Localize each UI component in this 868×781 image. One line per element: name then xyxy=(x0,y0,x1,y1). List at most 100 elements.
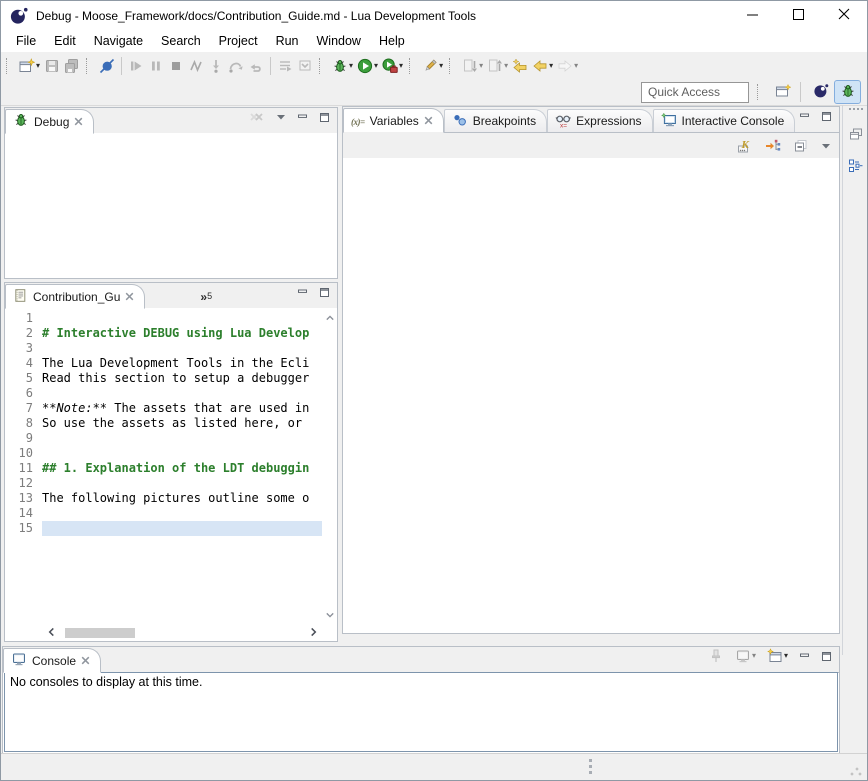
disconnect-button[interactable] xyxy=(186,55,206,77)
open-task-button[interactable]: ▾ xyxy=(420,55,445,77)
remove-all-terminated-button[interactable] xyxy=(247,106,267,128)
dropdown-arrow-icon[interactable]: ▾ xyxy=(349,62,353,70)
code-line[interactable] xyxy=(42,446,322,461)
close-icon[interactable] xyxy=(125,290,134,304)
chevron-down-icon[interactable] xyxy=(325,608,335,622)
window-minimize-button[interactable] xyxy=(729,1,775,30)
tab-breakpoints[interactable]: Breakpoints xyxy=(444,109,547,132)
menu-search[interactable]: Search xyxy=(152,31,210,51)
menu-project[interactable]: Project xyxy=(210,31,267,51)
lua-perspective-button[interactable] xyxy=(808,81,833,103)
code-line[interactable]: Read this section to setup a debugger xyxy=(42,371,322,386)
drop-to-frame-button[interactable] xyxy=(295,55,315,77)
dropdown-arrow-icon[interactable]: ▾ xyxy=(549,62,553,70)
terminate-button[interactable] xyxy=(166,55,186,77)
dropdown-arrow-icon[interactable]: ▾ xyxy=(504,62,508,70)
view-menu-button[interactable] xyxy=(274,106,288,128)
window-resize-grip[interactable] xyxy=(849,763,863,777)
tab-expressions[interactable]: x=Expressions xyxy=(547,109,652,132)
step-return-button[interactable] xyxy=(246,55,266,77)
open-console-button[interactable]: ▾ xyxy=(765,645,790,667)
chevron-up-icon[interactable] xyxy=(325,311,335,325)
collapse-all-button[interactable] xyxy=(791,135,811,157)
view-menu-button[interactable] xyxy=(819,135,833,157)
status-drag-handle[interactable] xyxy=(589,759,595,774)
restore-minimized-view-button[interactable] xyxy=(846,123,866,145)
debug-button[interactable]: ▾ xyxy=(330,55,355,77)
previous-annotation-button[interactable]: ▾ xyxy=(485,55,510,77)
resume-button[interactable] xyxy=(126,55,146,77)
scrollbar-thumb[interactable] xyxy=(65,628,135,638)
window-close-button[interactable] xyxy=(821,1,867,30)
new-button[interactable]: ▾ xyxy=(17,55,42,77)
next-annotation-button[interactable]: ▾ xyxy=(460,55,485,77)
code-line[interactable] xyxy=(42,386,322,401)
run-button[interactable]: ▾ xyxy=(355,55,380,77)
dropdown-arrow-icon[interactable]: ▾ xyxy=(374,62,378,70)
save-button[interactable] xyxy=(42,55,62,77)
tab-console[interactable]: Console xyxy=(3,648,101,673)
tab-interactive-console[interactable]: Interactive Console xyxy=(653,109,796,132)
chevron-right-icon[interactable] xyxy=(309,626,318,640)
dropdown-arrow-icon[interactable]: ▾ xyxy=(439,62,443,70)
save-all-button[interactable] xyxy=(62,55,82,77)
code-line[interactable]: **Note:** The assets that are used in xyxy=(42,401,322,416)
step-into-button[interactable] xyxy=(206,55,226,77)
code-line[interactable] xyxy=(42,341,322,356)
debug-tree-area[interactable] xyxy=(5,133,337,278)
maximize-view-button[interactable] xyxy=(317,281,332,303)
code-line[interactable]: ## 1. Explanation of the LDT debuggin xyxy=(42,461,322,476)
back-button[interactable]: ▾ xyxy=(530,55,555,77)
code-line[interactable] xyxy=(42,476,322,491)
editor-lines[interactable]: 12# Interactive DEBUG using Lua Develop3… xyxy=(5,308,322,625)
code-line[interactable]: So use the assets as listed here, or xyxy=(42,416,322,431)
tab-variables[interactable]: (x)=Variables xyxy=(343,108,444,133)
pin-console-button[interactable] xyxy=(706,645,726,667)
minimize-view-button[interactable] xyxy=(295,281,310,303)
code-line[interactable] xyxy=(42,431,322,446)
variables-tree-area[interactable] xyxy=(343,158,839,633)
maximize-view-button[interactable] xyxy=(819,645,834,667)
last-edit-location-button[interactable] xyxy=(510,55,530,77)
use-step-filters-button[interactable] xyxy=(275,55,295,77)
skip-all-breakpoints-button[interactable] xyxy=(97,55,117,77)
code-line[interactable] xyxy=(42,311,322,326)
dropdown-arrow-icon[interactable]: ▾ xyxy=(784,652,788,660)
show-type-names-button[interactable]: K xyxy=(735,135,755,157)
code-line[interactable]: The following pictures outline some o xyxy=(42,491,322,506)
dropdown-arrow-icon[interactable]: ▾ xyxy=(574,62,578,70)
close-icon[interactable] xyxy=(81,654,90,668)
minimize-view-button[interactable] xyxy=(797,645,812,667)
maximize-view-button[interactable] xyxy=(819,105,834,127)
menu-help[interactable]: Help xyxy=(370,31,414,51)
more-editors-chevron[interactable]: »5 xyxy=(200,292,212,308)
code-line[interactable]: The Lua Development Tools in the Ecli xyxy=(42,356,322,371)
code-line[interactable] xyxy=(42,506,322,521)
show-logical-structures-button[interactable] xyxy=(763,135,783,157)
minimize-view-button[interactable] xyxy=(797,105,812,127)
chevron-left-icon[interactable] xyxy=(47,626,56,640)
menu-navigate[interactable]: Navigate xyxy=(85,31,152,51)
close-icon[interactable] xyxy=(424,114,433,128)
forward-button[interactable]: ▾ xyxy=(555,55,580,77)
console-output[interactable]: No consoles to display at this time. xyxy=(4,672,838,752)
tab-contribution-guide[interactable]: Contribution_Gu xyxy=(5,284,145,309)
suspend-button[interactable] xyxy=(146,55,166,77)
menu-run[interactable]: Run xyxy=(267,31,308,51)
menu-edit[interactable]: Edit xyxy=(45,31,85,51)
dropdown-arrow-icon[interactable]: ▾ xyxy=(36,62,40,70)
close-icon[interactable] xyxy=(74,115,83,129)
run-external-tools-button[interactable]: ▾ xyxy=(380,55,405,77)
menu-file[interactable]: File xyxy=(7,31,45,51)
code-line[interactable] xyxy=(42,521,322,536)
display-selected-console-button[interactable]: ▾ xyxy=(733,645,758,667)
menu-window[interactable]: Window xyxy=(308,31,370,51)
editor-vertical-scrollbar[interactable] xyxy=(322,308,337,625)
window-maximize-button[interactable] xyxy=(775,1,821,30)
quick-access-input[interactable]: Quick Access xyxy=(641,82,749,103)
trim-drag-handle[interactable] xyxy=(849,108,863,113)
step-over-button[interactable] xyxy=(226,55,246,77)
maximize-view-button[interactable] xyxy=(317,106,332,128)
open-perspective-button[interactable] xyxy=(770,81,795,103)
dropdown-arrow-icon[interactable]: ▾ xyxy=(752,652,756,660)
